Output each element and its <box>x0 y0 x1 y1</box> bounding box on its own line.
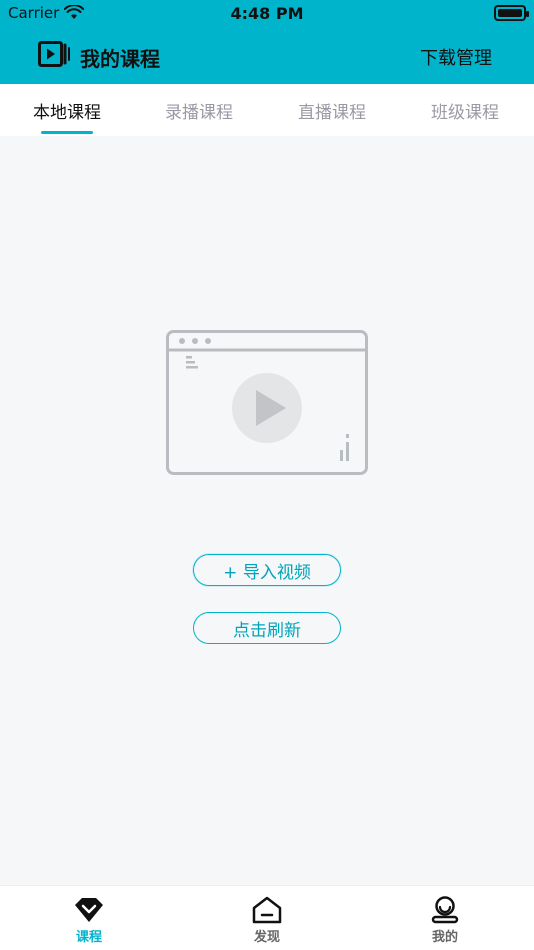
profile-icon <box>431 896 459 924</box>
status-bar: Carrier 4:48 PM <box>0 0 534 28</box>
tab-live-courses[interactable]: 直播课程 <box>277 98 387 123</box>
active-tab-indicator <box>41 131 93 134</box>
course-tabs: 本地课程 录播课程 直播课程 班级课程 <box>0 84 534 136</box>
video-course-icon <box>38 41 70 67</box>
page-title: 我的课程 <box>80 47 160 71</box>
download-manager-button[interactable]: 下载管理 <box>420 44 492 70</box>
clock: 4:48 PM <box>230 4 304 23</box>
bottom-tab-bar: 课程 发现 我的 <box>0 885 534 950</box>
refresh-button[interactable]: 点击刷新 <box>193 612 341 644</box>
tab-class-courses[interactable]: 班级课程 <box>410 98 520 123</box>
app-header: Carrier 4:48 PM 我的课程 下载管理 <box>0 0 534 84</box>
battery-icon <box>494 5 529 21</box>
course-icon <box>75 898 103 922</box>
bottom-tab-discover-label: 发现 <box>253 930 280 945</box>
bottom-tab-profile-label: 我的 <box>431 930 458 945</box>
empty-video-illustration <box>166 330 368 475</box>
bottom-tab-course[interactable]: 课程 <box>49 886 129 950</box>
bottom-tab-discover[interactable]: 发现 <box>227 886 307 950</box>
bottom-tab-profile[interactable]: 我的 <box>405 886 485 950</box>
bottom-tab-course-label: 课程 <box>75 930 102 945</box>
discover-icon <box>252 896 282 924</box>
import-video-button[interactable]: + 导入视频 <box>193 554 341 586</box>
tab-recorded-courses[interactable]: 录播课程 <box>144 98 254 123</box>
nav-bar: 我的课程 下载管理 <box>0 32 534 80</box>
tab-local-courses[interactable]: 本地课程 <box>12 98 122 123</box>
